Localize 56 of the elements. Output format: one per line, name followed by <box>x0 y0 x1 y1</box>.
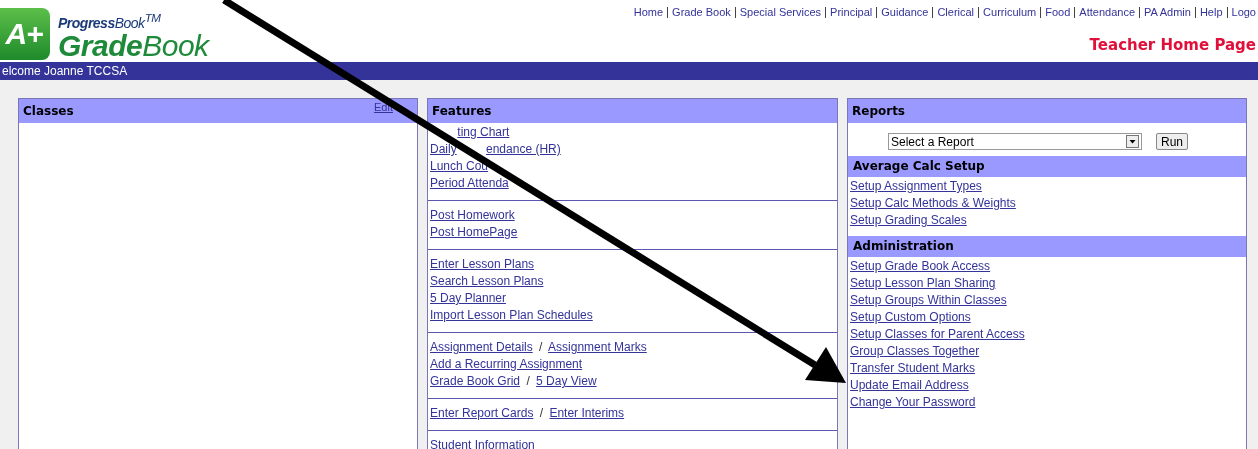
setup-link[interactable]: Group Classes Together <box>850 344 980 358</box>
nav-link[interactable]: Guidance <box>881 6 929 18</box>
feature-link[interactable]: Assignment Marks <box>548 340 647 354</box>
nav-link[interactable]: Grade Book <box>672 6 731 18</box>
nav-link[interactable]: Principal <box>830 6 873 18</box>
nav-link[interactable]: Food <box>1045 6 1071 18</box>
feature-link[interactable]: 5 Day Planner <box>430 291 507 305</box>
welcome-bar: elcome Joanne TCCSA <box>0 62 1258 80</box>
feature-link[interactable]: 5 Day View <box>536 374 597 388</box>
setup-link[interactable]: Setup Lesson Plan Sharing <box>850 276 996 290</box>
setup-link[interactable]: Setup Classes for Parent Access <box>850 327 1025 341</box>
feature-link[interactable]: Post HomePage <box>430 225 518 239</box>
feature-link[interactable]: Enter Lesson Plans <box>430 257 535 271</box>
nav-link[interactable]: Home <box>633 6 664 18</box>
nav-link[interactable]: Attendance <box>1079 6 1135 18</box>
setup-link[interactable]: Update Email Address <box>850 378 969 392</box>
setup-link[interactable]: Transfer Student Marks <box>850 361 975 375</box>
feature-link[interactable]: Daily <box>430 142 457 156</box>
nav-link[interactable]: Special Services <box>739 6 822 18</box>
setup-link[interactable]: Setup Assignment Types <box>850 179 982 193</box>
feature-link[interactable]: ting Chart <box>457 125 510 139</box>
feature-link[interactable]: endance (HR) <box>486 142 561 156</box>
feature-link[interactable]: Import Lesson Plan Schedules <box>430 308 593 322</box>
section-header: Average Calc Setup <box>848 156 1246 177</box>
feature-link[interactable]: Grade Book Grid <box>430 374 521 388</box>
page-title: Teacher Home Page <box>1089 36 1256 54</box>
nav-link[interactable]: Clerical <box>937 6 975 18</box>
setup-link[interactable]: Change Your Password <box>850 395 976 409</box>
setup-link[interactable]: Setup Custom Options <box>850 310 971 324</box>
logo-badge: A+ <box>0 8 50 60</box>
setup-link[interactable]: Setup Grading Scales <box>850 213 967 227</box>
nav-link[interactable]: Logo <box>1231 6 1256 18</box>
feature-link[interactable]: Add a Recurring Assignment <box>430 357 583 371</box>
feature-link[interactable]: Search Lesson Plans <box>430 274 544 288</box>
feature-link[interactable]: Enter Interims <box>549 406 625 420</box>
feature-link[interactable]: Post Homework <box>430 208 515 222</box>
brand-name: ProgressBook$^{TM}$ <box>58 11 162 30</box>
panel-title: Features <box>432 104 492 118</box>
feature-link[interactable]: Student Information <box>430 438 535 449</box>
section-header: Administration <box>848 236 1246 257</box>
nav-link[interactable]: Help <box>1199 6 1223 18</box>
feature-link[interactable]: Assignment Details <box>430 340 533 354</box>
separator: / <box>539 340 543 354</box>
separator: / <box>526 374 530 388</box>
feature-link[interactable]: Enter Report Cards <box>430 406 534 420</box>
separator: / <box>539 406 544 420</box>
panel-title: Reports <box>852 104 905 118</box>
feature-link[interactable]: Period Attenda <box>430 176 509 190</box>
nav-link[interactable]: PA Admin <box>1144 6 1191 18</box>
setup-link[interactable]: Setup Grade Book Access <box>850 259 991 273</box>
panel-title: Classes <box>23 104 74 118</box>
run-button[interactable]: Run <box>1156 133 1188 150</box>
setup-link[interactable]: Setup Calc Methods & Weights <box>850 196 1016 210</box>
nav-link[interactable]: Curriculum <box>983 6 1037 18</box>
report-select[interactable]: Select a Report <box>888 133 1142 150</box>
setup-link[interactable]: Setup Groups Within Classes <box>850 293 1007 307</box>
